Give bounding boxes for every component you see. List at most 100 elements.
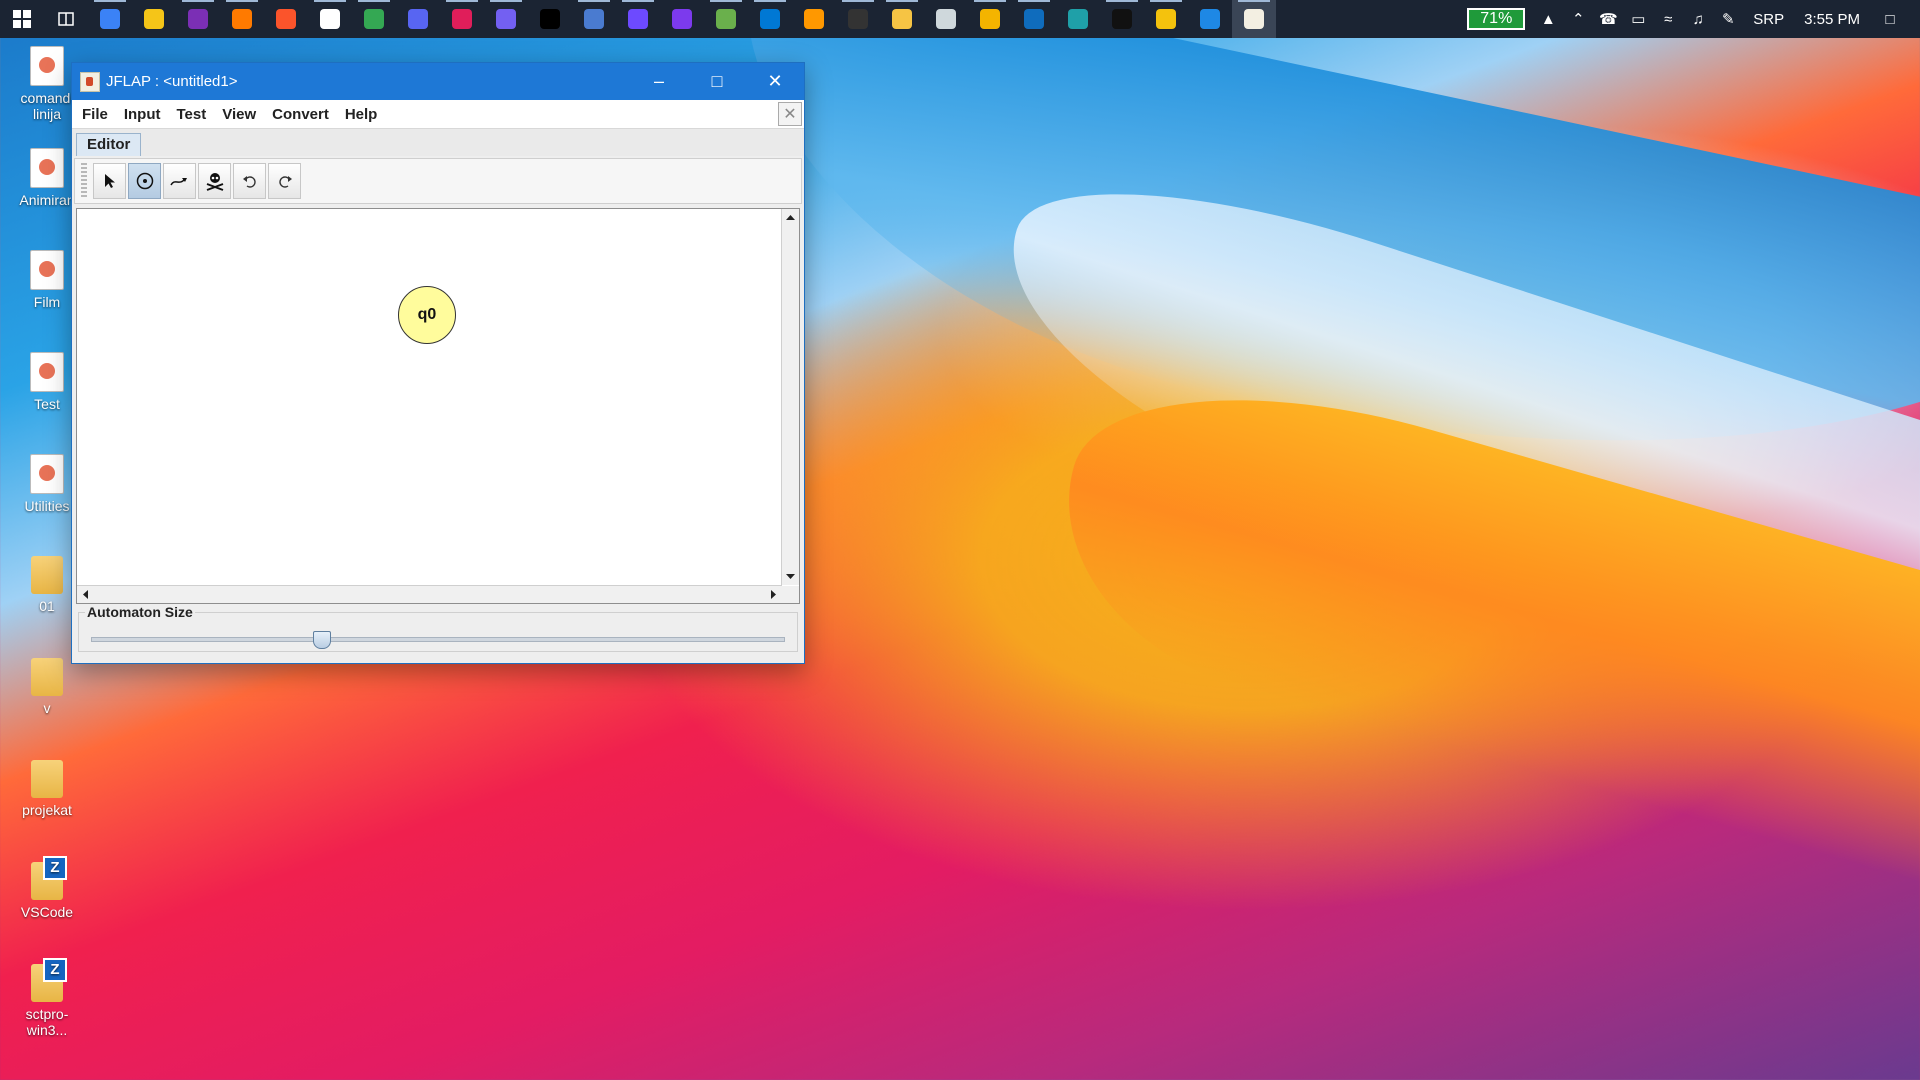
desktop-icon-label: projekat <box>22 802 72 818</box>
taskbar-shield-app-button[interactable] <box>572 0 616 38</box>
scroll-up-icon[interactable] <box>782 209 799 226</box>
taskbar-jflap-button[interactable] <box>1232 0 1276 38</box>
slider-thumb[interactable] <box>313 631 332 649</box>
taskbar-viber-button[interactable] <box>484 0 528 38</box>
transition-creator-button[interactable] <box>163 163 196 199</box>
menu-view[interactable]: View <box>216 106 262 123</box>
menu-bar: File Input Test View Convert Help ✕ <box>72 100 804 129</box>
java-file-icon <box>30 454 64 494</box>
taskbar-start-button[interactable] <box>0 0 44 38</box>
file-explorer-icon <box>892 9 912 29</box>
state-icon <box>136 172 153 190</box>
taskbar-intellij-button[interactable] <box>528 0 572 38</box>
taskbar-remote-app-button[interactable] <box>1188 0 1232 38</box>
automaton-size-slider[interactable] <box>91 631 785 649</box>
vertical-scrollbar[interactable] <box>781 209 799 585</box>
state-node[interactable]: q0 <box>398 286 456 344</box>
java-file-icon <box>30 250 64 290</box>
battery-indicator[interactable]: 71% <box>1467 8 1526 30</box>
close-button[interactable]: ✕ <box>746 63 804 100</box>
intellij-icon <box>540 9 560 29</box>
tab-editor[interactable]: Editor <box>76 133 142 156</box>
taskbar-chrome-button[interactable] <box>352 0 396 38</box>
horizontal-scrollbar[interactable] <box>77 585 782 603</box>
menu-input[interactable]: Input <box>118 106 167 123</box>
scroll-down-icon[interactable] <box>782 568 799 585</box>
arrow-pointer-icon <box>104 174 115 188</box>
redo-button[interactable] <box>268 163 301 199</box>
scroll-corner <box>782 586 799 603</box>
proton-icon <box>628 9 648 29</box>
taskbar-edge-button[interactable] <box>1056 0 1100 38</box>
taskbar-vscode-button[interactable] <box>748 0 792 38</box>
taskbar-task-view-button[interactable] <box>44 0 88 38</box>
desktop-icon[interactable]: VSCode <box>6 856 88 920</box>
taskbar-sublime-button[interactable] <box>792 0 836 38</box>
automaton-canvas[interactable]: q0 <box>76 208 800 604</box>
clock[interactable]: 3:55 PM <box>1804 11 1860 28</box>
taskbar-pinned-apps <box>0 0 1276 38</box>
taskbar-proton-button[interactable] <box>616 0 660 38</box>
window-titlebar[interactable]: JFLAP : <untitled1> – □ ✕ <box>72 63 804 100</box>
minimize-button[interactable]: – <box>630 63 688 100</box>
visual-studio-icon <box>672 9 692 29</box>
jflap-app-icon <box>80 71 100 92</box>
volume-icon[interactable]: ♫ <box>1686 7 1710 31</box>
folder-icon <box>31 760 63 798</box>
taskbar-onenote-button[interactable] <box>176 0 220 38</box>
menu-help[interactable]: Help <box>339 106 384 123</box>
notifications-icon[interactable]: □ <box>1878 7 1902 31</box>
taskbar-file-explorer-button[interactable] <box>880 0 924 38</box>
taskbar-firefox-button[interactable] <box>220 0 264 38</box>
taskbar-sticky-notes-button[interactable] <box>132 0 176 38</box>
undo-icon <box>242 176 256 188</box>
notepad-icon <box>320 9 340 29</box>
taskbar-brave-button[interactable] <box>264 0 308 38</box>
taskbar-7zip-button[interactable] <box>1100 0 1144 38</box>
menu-test[interactable]: Test <box>171 106 213 123</box>
taskbar-slack-button[interactable] <box>440 0 484 38</box>
taskbar-3d-viewer-button[interactable] <box>924 0 968 38</box>
taskbar-paint-button[interactable] <box>1144 0 1188 38</box>
paint-icon <box>1156 9 1176 29</box>
battery-icon[interactable]: ▭ <box>1626 7 1650 31</box>
onedrive-icon <box>1024 9 1044 29</box>
taskbar-notepad-button[interactable] <box>308 0 352 38</box>
edge-icon <box>1068 9 1088 29</box>
pen-icon[interactable]: ✎ <box>1716 7 1740 31</box>
flame-icon[interactable]: ▲ <box>1536 7 1560 31</box>
taskbar-discord-button[interactable] <box>396 0 440 38</box>
attribute-editor-button[interactable] <box>93 163 126 199</box>
menu-convert[interactable]: Convert <box>266 106 335 123</box>
editor-toolbar <box>74 158 802 204</box>
viber-tray-icon[interactable]: ☎ <box>1596 7 1620 31</box>
maximize-button[interactable]: □ <box>688 63 746 100</box>
menu-file[interactable]: File <box>76 106 114 123</box>
state-creator-button[interactable] <box>128 163 161 199</box>
taskbar-git-app-button[interactable] <box>968 0 1012 38</box>
taskbar-obs-button[interactable] <box>836 0 880 38</box>
taskbar-notepad-plus-button[interactable] <box>704 0 748 38</box>
tab-strip: Editor <box>72 129 804 156</box>
wifi-icon[interactable]: ≈ <box>1656 7 1680 31</box>
desktop-icon[interactable]: v <box>6 658 88 716</box>
taskbar: 71% ▲ ⌃ ☎ ▭ ≈ ♫ ✎ SRP 3:55 PM □ <box>0 0 1920 38</box>
notepad-plus-icon <box>716 9 736 29</box>
taskbar-microsoft-todo-button[interactable] <box>88 0 132 38</box>
chevron-up-icon[interactable]: ⌃ <box>1566 7 1590 31</box>
language-indicator[interactable]: SRP <box>1753 11 1784 28</box>
desktop-icon[interactable]: projekat <box>6 760 88 818</box>
toolbar-grip[interactable] <box>81 163 87 199</box>
taskbar-onedrive-button[interactable] <box>1012 0 1056 38</box>
close-tab-icon[interactable]: ✕ <box>778 102 802 126</box>
transition-arrow-icon <box>169 178 187 186</box>
taskbar-visual-studio-button[interactable] <box>660 0 704 38</box>
undo-button[interactable] <box>233 163 266 199</box>
desktop-icon[interactable]: sctpro-win3... <box>6 958 88 1038</box>
sticky-notes-icon <box>144 9 164 29</box>
automaton-size-label: Automaton Size <box>85 604 195 620</box>
deleter-button[interactable] <box>198 163 231 199</box>
viber-icon <box>496 9 516 29</box>
scroll-right-icon[interactable] <box>765 586 782 603</box>
scroll-left-icon[interactable] <box>77 586 94 603</box>
